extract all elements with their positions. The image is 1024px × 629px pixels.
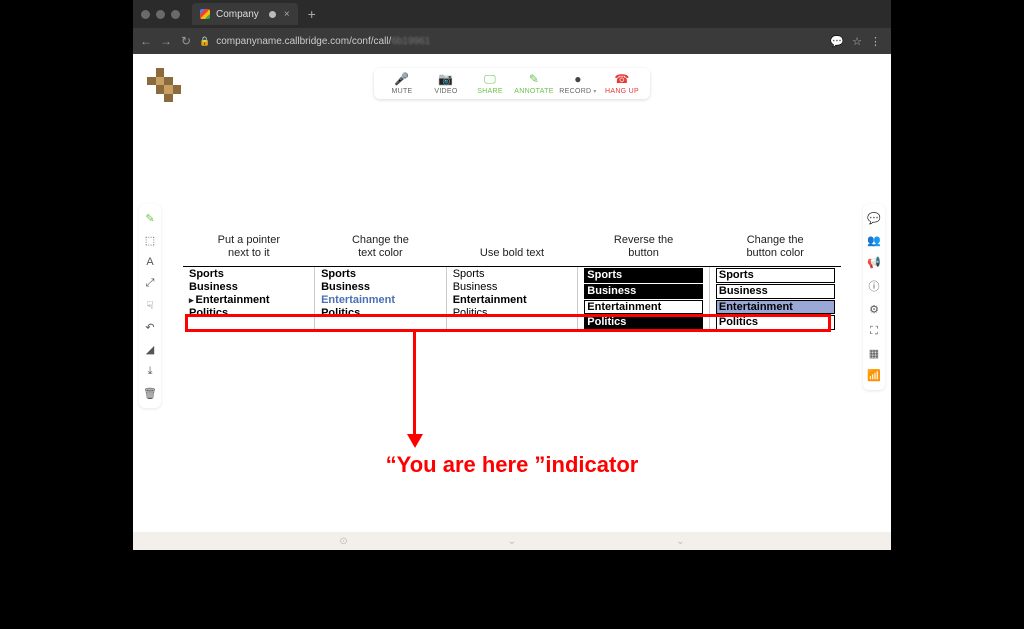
arrow-head-annotation [407, 434, 423, 448]
forward-button[interactable]: → [159, 34, 173, 48]
pen-tool-icon[interactable]: ✎ [145, 212, 154, 225]
settings-icon[interactable]: ⚙ [869, 303, 879, 316]
info-icon[interactable]: ⓘ [869, 278, 880, 294]
announce-icon[interactable]: 📢 [867, 256, 881, 269]
annotation-caption: “You are here ”indicator [133, 452, 891, 478]
back-button[interactable]: ← [139, 34, 153, 48]
phone-hangup-icon: ☎ [614, 72, 629, 86]
pencil-icon: ✎ [529, 72, 539, 86]
annotate-button[interactable]: ✎ANNOTATE [512, 72, 556, 95]
fullscreen-icon[interactable]: ⛶ [870, 325, 878, 338]
lock-icon: 🔒 [199, 36, 210, 47]
text-tool-icon[interactable]: A [146, 256, 153, 268]
left-toolbar: ✎ ⬚ A ⤢ ☟ ↶ ◢ ⤓ 🗑 [139, 204, 161, 408]
address-bar: ← → ↻ 🔒 companyname.callbridge.com/conf/… [133, 28, 891, 54]
record-button[interactable]: ●RECORD▾ [556, 72, 600, 95]
arrow-line-annotation [413, 332, 416, 436]
browser-menu-icon[interactable]: ⋮ [870, 35, 885, 48]
mic-icon: 🎤 [394, 72, 409, 86]
reversed-button-indicator: Entertainment [584, 300, 703, 315]
url-path: /conf/call/ [349, 36, 391, 47]
close-window[interactable] [141, 10, 150, 19]
favicon-icon [200, 9, 210, 19]
col-header-bold: Use bold text [446, 234, 578, 267]
cube-icon[interactable]: ⬚ [145, 234, 155, 247]
network-icon[interactable]: 📶 [867, 369, 881, 382]
download-icon[interactable]: ⤓ [148, 365, 153, 378]
share-button[interactable]: 🖵SHARE [468, 72, 512, 95]
call-toolbar: 🎤MUTE 📷VIDEO 🖵SHARE ✎ANNOTATE ●RECORD▾ ☎… [374, 68, 650, 99]
reload-button[interactable]: ↻ [179, 34, 193, 48]
footer-collapse-icon-2[interactable]: ⌄ [676, 536, 684, 547]
footer-collapse-icon[interactable]: ⌄ [508, 536, 516, 547]
colored-button-indicator: Entertainment [716, 300, 835, 315]
bold-list: Sports Business Entertainment Politics [453, 268, 572, 319]
right-toolbar: 💬 👥 📢 ⓘ ⚙ ⛶ ▦ 📶 [863, 204, 885, 390]
colored-text-indicator: Entertainment [321, 294, 440, 306]
camera-icon: 📷 [438, 72, 453, 86]
browser-window: Company × + ← → ↻ 🔒 companyname.callbrid… [133, 0, 891, 550]
tab-title: Company [216, 9, 259, 20]
chat-icon[interactable]: 💬 [867, 212, 881, 225]
trash-icon[interactable]: 🗑 [143, 387, 157, 400]
participants-icon[interactable]: 👥 [867, 234, 881, 247]
hangup-button[interactable]: ☎HANG UP [600, 72, 644, 95]
minimize-window[interactable] [156, 10, 165, 19]
mute-button[interactable]: 🎤MUTE [380, 72, 424, 95]
chevron-down-icon: ▾ [593, 89, 596, 95]
pointer-tool-icon[interactable]: ☟ [147, 299, 154, 312]
footer-icon[interactable]: ⊙ [339, 536, 347, 547]
chat-indicator-icon[interactable]: 💬 [830, 35, 844, 48]
url-host: companyname.callbridge.com [216, 36, 349, 47]
browser-tab[interactable]: Company × [192, 3, 298, 25]
screen-icon: 🖵 [484, 72, 496, 86]
record-icon: ● [574, 72, 582, 86]
textcolor-list: Sports Business Entertainment Politics [321, 268, 440, 319]
eraser-icon[interactable]: ◢ [146, 343, 154, 356]
pointer-indicator: Entertainment [189, 294, 308, 306]
expand-icon[interactable]: ⤢ [146, 277, 155, 290]
company-logo [147, 68, 181, 102]
video-button[interactable]: 📷VIDEO [424, 72, 468, 95]
footer-bar: ⊙ ⌄ ⌄ [133, 532, 891, 550]
url-text[interactable]: companyname.callbridge.com/conf/call/6b1… [216, 36, 430, 47]
shared-slide: Put a pointernext to it Change thetext c… [183, 234, 841, 331]
reverse-list: Sports Business Entertainment Politics [584, 268, 703, 330]
tab-close-icon[interactable]: × [284, 9, 290, 20]
window-controls[interactable] [141, 10, 180, 19]
col-header-reverse: Reverse thebutton [578, 234, 710, 267]
col-header-buttoncolor: Change thebutton color [709, 234, 841, 267]
buttoncolor-list: Sports Business Entertainment Politics [716, 268, 835, 330]
new-tab-button[interactable]: + [308, 6, 316, 22]
maximize-window[interactable] [171, 10, 180, 19]
col-header-pointer: Put a pointernext to it [183, 234, 315, 267]
tab-record-indicator [269, 11, 276, 18]
bookmark-icon[interactable]: ☆ [852, 35, 862, 48]
undo-icon[interactable]: ↶ [145, 321, 154, 334]
page-content: 🎤MUTE 📷VIDEO 🖵SHARE ✎ANNOTATE ●RECORD▾ ☎… [133, 54, 891, 550]
pointer-list: Sports Business Entertainment Politics [189, 268, 308, 319]
grid-view-icon[interactable]: ▦ [869, 347, 879, 360]
titlebar: Company × + [133, 0, 891, 28]
bold-indicator: Entertainment [453, 294, 572, 306]
col-header-textcolor: Change thetext color [315, 234, 447, 267]
examples-table: Put a pointernext to it Change thetext c… [183, 234, 841, 331]
url-id: 6b19961 [391, 36, 430, 47]
